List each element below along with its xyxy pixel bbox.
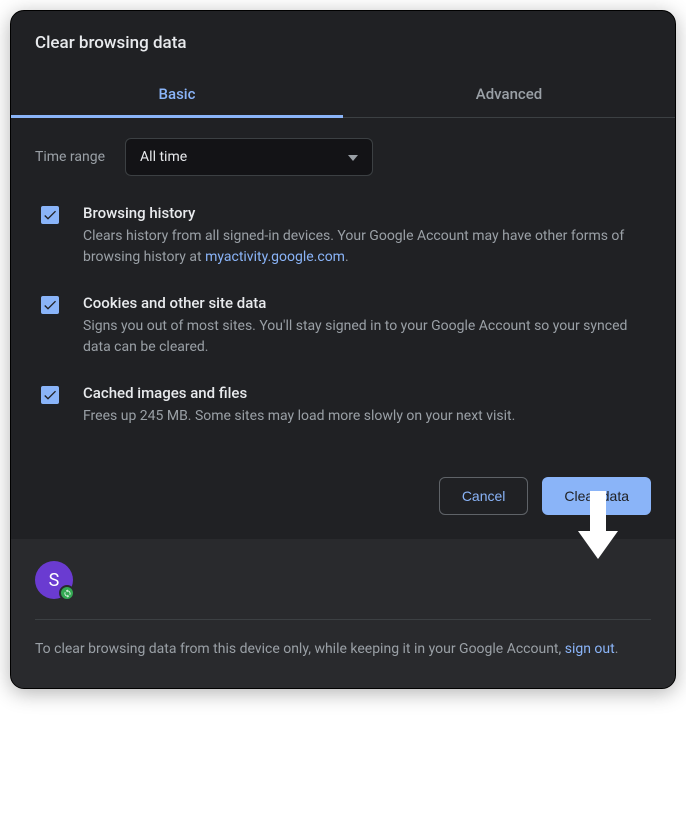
checkbox-cache[interactable] (41, 386, 59, 404)
clear-browsing-data-dialog: Clear browsing data Basic Advanced Time … (10, 10, 676, 689)
checkbox-browsing-history[interactable] (41, 206, 59, 224)
time-range-row: Time range All time (35, 138, 651, 176)
dialog-content: Time range All time Browsing history Cle… (11, 118, 675, 539)
dialog-footer: S To clear browsing data from this devic… (11, 539, 675, 688)
option-title: Cookies and other site data (83, 294, 651, 312)
tab-advanced[interactable]: Advanced (343, 71, 675, 117)
time-range-dropdown[interactable]: All time (125, 138, 373, 176)
sync-badge-icon (59, 585, 75, 601)
divider (35, 619, 651, 620)
option-title: Cached images and files (83, 384, 651, 402)
footer-text: To clear browsing data from this device … (35, 638, 651, 660)
option-cookies: Cookies and other site data Signs you ou… (35, 294, 651, 358)
option-desc: Clears history from all signed-in device… (83, 226, 651, 268)
user-avatar[interactable]: S (35, 561, 73, 599)
time-range-label: Time range (35, 149, 105, 165)
clear-data-button[interactable]: Clear data (542, 477, 651, 515)
chevron-down-icon (348, 149, 358, 165)
myactivity-link[interactable]: myactivity.google.com (205, 249, 345, 265)
avatar-row: S (35, 561, 651, 599)
button-row: Cancel Clear data (35, 477, 651, 515)
option-cache: Cached images and files Frees up 245 MB.… (35, 384, 651, 427)
checkbox-cookies[interactable] (41, 296, 59, 314)
sign-out-link[interactable]: sign out (565, 641, 615, 657)
cancel-button[interactable]: Cancel (439, 477, 529, 515)
tabs: Basic Advanced (11, 71, 675, 118)
time-range-value: All time (140, 149, 187, 165)
dialog-title: Clear browsing data (11, 11, 675, 53)
option-browsing-history: Browsing history Clears history from all… (35, 204, 651, 268)
option-desc: Signs you out of most sites. You'll stay… (83, 316, 651, 358)
option-title: Browsing history (83, 204, 651, 222)
option-content: Cached images and files Frees up 245 MB.… (83, 384, 651, 427)
avatar-initial: S (49, 570, 60, 591)
option-content: Cookies and other site data Signs you ou… (83, 294, 651, 358)
option-desc: Frees up 245 MB. Some sites may load mor… (83, 406, 651, 427)
option-content: Browsing history Clears history from all… (83, 204, 651, 268)
tab-basic[interactable]: Basic (11, 71, 343, 117)
